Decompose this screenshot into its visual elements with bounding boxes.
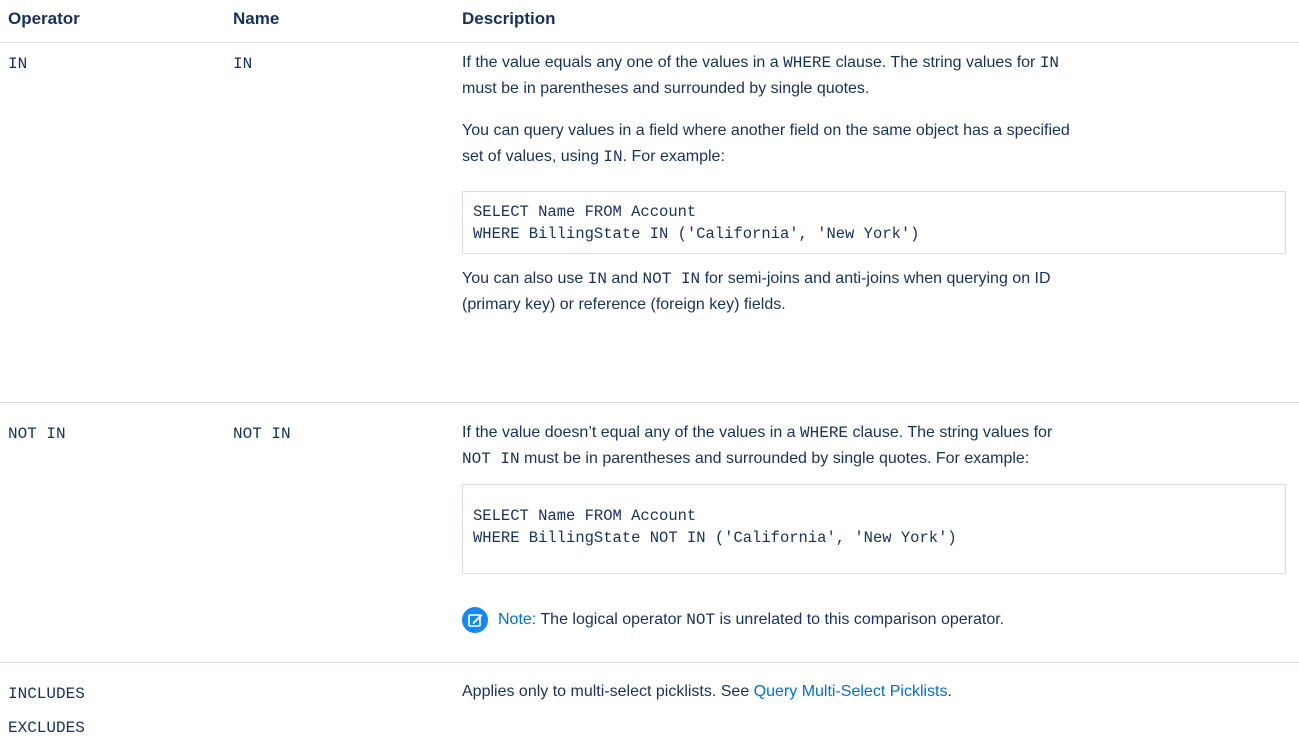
code-line: SELECT Name FROM Account (473, 507, 697, 525)
note-callout: Note: The logical operator NOT is unrela… (462, 605, 1292, 635)
description-paragraph: Applies only to multi-select picklists. … (462, 683, 952, 700)
query-multi-select-picklists-link[interactable]: Query Multi-Select Picklists (754, 683, 948, 700)
operator-cell: NOT IN (8, 425, 66, 443)
code-block: SELECT Name FROM Account WHERE BillingSt… (462, 191, 1286, 254)
description-paragraph: If the value equals any one of the value… (462, 54, 1060, 97)
operator-cell: EXCLUDES (8, 719, 85, 737)
header-description: Description (462, 9, 556, 28)
name-cell: NOT IN (233, 425, 291, 443)
description-paragraph: If the value doesn’t equal any of the va… (462, 424, 1053, 468)
description-paragraph: You can query values in a field where an… (462, 122, 1070, 166)
note-label: Note: (498, 611, 537, 628)
code-block: SELECT Name FROM Account WHERE BillingSt… (462, 484, 1286, 574)
row-divider (0, 402, 1299, 403)
edit-note-icon (462, 607, 488, 633)
code-line: WHERE BillingState NOT IN ('California',… (473, 529, 957, 547)
table-header: Operator Name Description (0, 0, 1299, 43)
note-text: Note: The logical operator NOT is unrela… (498, 611, 1005, 629)
operator-cell: INCLUDES (8, 685, 85, 703)
row-divider (0, 662, 1299, 663)
code-line: SELECT Name FROM Account (473, 203, 697, 221)
name-cell: IN (233, 55, 253, 73)
header-operator: Operator (8, 9, 80, 28)
description-paragraph: You can also use IN and NOT IN for semi-… (462, 270, 1051, 313)
code-line: WHERE BillingState IN ('California', 'Ne… (473, 225, 920, 243)
operator-cell: IN (8, 55, 28, 73)
header-name: Name (233, 9, 280, 28)
